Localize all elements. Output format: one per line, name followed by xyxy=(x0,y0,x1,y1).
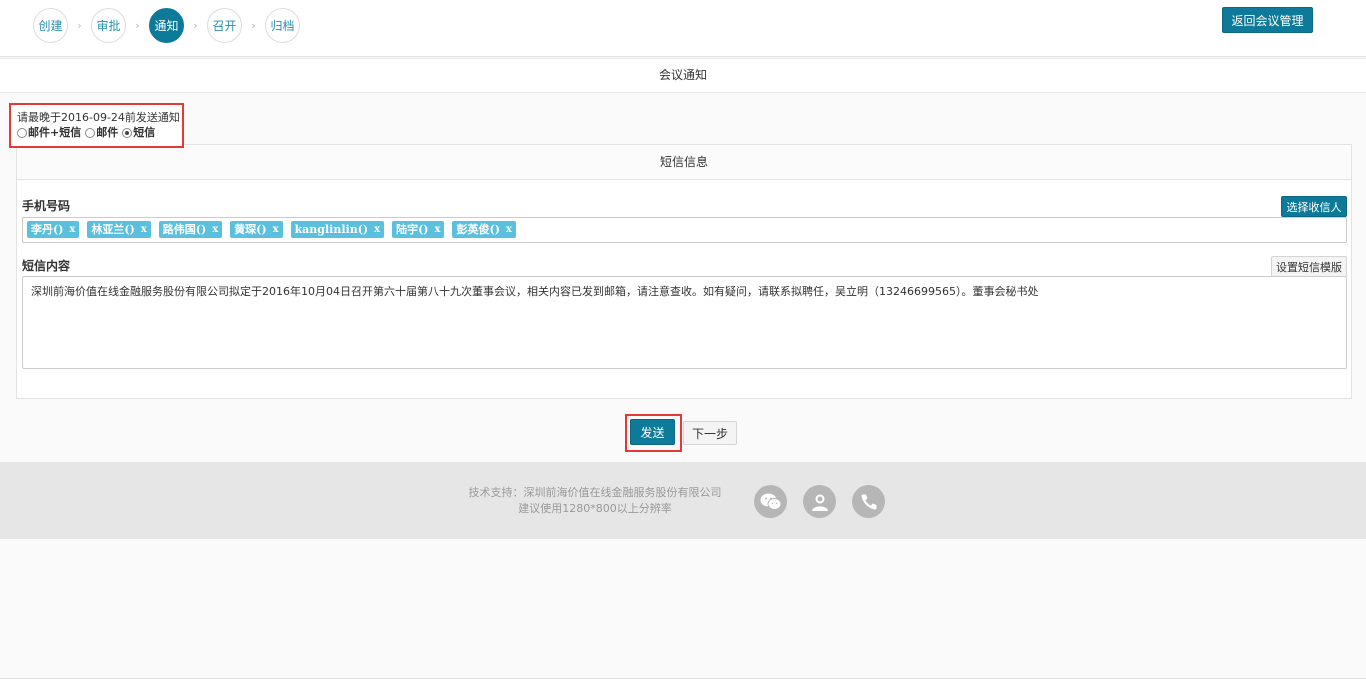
remove-recipient-icon[interactable]: x xyxy=(435,221,441,238)
tech-support-text: 技术支持：深圳前海价值在线金融服务股份有限公司 xyxy=(468,486,722,499)
step-approve[interactable]: 审批 xyxy=(91,8,126,43)
radio-email[interactable] xyxy=(85,127,96,138)
footer: 技术支持：深圳前海价值在线金融服务股份有限公司 建议使用1280*800以上分辨… xyxy=(0,462,1366,539)
step-separator: › xyxy=(77,19,82,32)
step-separator: › xyxy=(135,19,140,32)
sms-info-header: 短信信息 xyxy=(17,145,1351,180)
step-create[interactable]: 创建 xyxy=(33,8,68,43)
recipient-name: 李丹() xyxy=(31,223,64,236)
recipient-name: 林亚兰() xyxy=(91,223,135,236)
radio-email-sms[interactable] xyxy=(17,127,27,138)
remove-recipient-icon[interactable]: x xyxy=(212,221,218,238)
radio-email-label[interactable]: 邮件 xyxy=(96,125,118,140)
footer-text: 技术支持：深圳前海价值在线金融服务股份有限公司 建议使用1280*800以上分辨… xyxy=(400,485,790,517)
recipient-name: 路伟国() xyxy=(162,223,207,236)
recipient-tag: 陆宇() x xyxy=(392,221,445,238)
step-indicator: 创建 › 审批 › 通知 › 召开 › 归档 xyxy=(33,8,300,43)
deadline-text: 请最晚于2016-09-24前发送通知 xyxy=(17,111,180,124)
recipient-tag: 李丹() x xyxy=(27,221,80,238)
select-recipients-button[interactable]: 选择收信人 xyxy=(1281,196,1347,217)
send-button[interactable]: 发送 xyxy=(630,419,675,445)
step-archive[interactable]: 归档 xyxy=(265,8,300,43)
recipient-tag: 路伟国() x xyxy=(158,221,223,238)
recipient-name: 彭英俊() xyxy=(456,223,500,236)
recipient-tag: 黄琛() x xyxy=(230,221,283,238)
user-support-icon[interactable] xyxy=(803,485,836,518)
next-step-button[interactable]: 下一步 xyxy=(683,421,737,445)
recipient-tag: 彭英俊() x xyxy=(452,221,516,238)
top-bar: 创建 › 审批 › 通知 › 召开 › 归档 返回会议管理 xyxy=(0,0,1366,57)
recipient-name: 陆宇() xyxy=(396,223,429,236)
set-sms-template-button[interactable]: 设置短信模版 xyxy=(1271,256,1347,277)
sms-info-panel: 短信信息 手机号码 选择收信人 李丹() x 林亚兰() x 路伟国() x 黄琛() x ka… xyxy=(16,144,1352,399)
remove-recipient-icon[interactable]: x xyxy=(506,221,512,238)
radio-sms[interactable] xyxy=(122,127,133,138)
notice-section-header: 会议通知 xyxy=(0,58,1366,93)
phone-icon[interactable] xyxy=(852,485,885,518)
send-button-highlight: 发送 xyxy=(625,414,682,452)
back-to-meeting-management-button[interactable]: 返回会议管理 xyxy=(1222,7,1313,33)
recipient-name: 黄琛() xyxy=(234,223,267,236)
notification-method-options: 邮件+短信 邮件 短信 xyxy=(17,125,176,140)
remove-recipient-icon[interactable]: x xyxy=(273,221,279,238)
notification-method-box: 请最晚于2016-09-24前发送通知 邮件+短信 邮件 短信 xyxy=(9,103,184,148)
step-separator: › xyxy=(193,19,198,32)
remove-recipient-icon[interactable]: x xyxy=(374,221,380,238)
step-separator: › xyxy=(251,19,256,32)
recipient-name: kanglinlin() xyxy=(294,223,369,236)
radio-email-sms-label[interactable]: 邮件+短信 xyxy=(28,125,81,140)
step-notify[interactable]: 通知 xyxy=(149,8,184,43)
step-convene[interactable]: 召开 xyxy=(207,8,242,43)
sms-content-textarea[interactable]: 深圳前海价值在线金融服务股份有限公司拟定于2016年10月04日召开第六十届第八… xyxy=(22,276,1347,369)
resolution-hint-text: 建议使用1280*800以上分辨率 xyxy=(518,502,672,515)
recipient-tag: 林亚兰() x xyxy=(87,221,151,238)
remove-recipient-icon[interactable]: x xyxy=(141,221,147,238)
phone-number-label: 手机号码 xyxy=(22,199,71,213)
sms-content-label: 短信内容 xyxy=(22,259,71,273)
phone-number-input[interactable]: 李丹() x 林亚兰() x 路伟国() x 黄琛() x kanglinlin() x 陆宇() x… xyxy=(22,217,1347,243)
wechat-icon[interactable] xyxy=(754,485,787,518)
radio-sms-label[interactable]: 短信 xyxy=(133,125,155,140)
remove-recipient-icon[interactable]: x xyxy=(69,221,75,238)
recipient-tag: kanglinlin() x xyxy=(290,221,385,238)
